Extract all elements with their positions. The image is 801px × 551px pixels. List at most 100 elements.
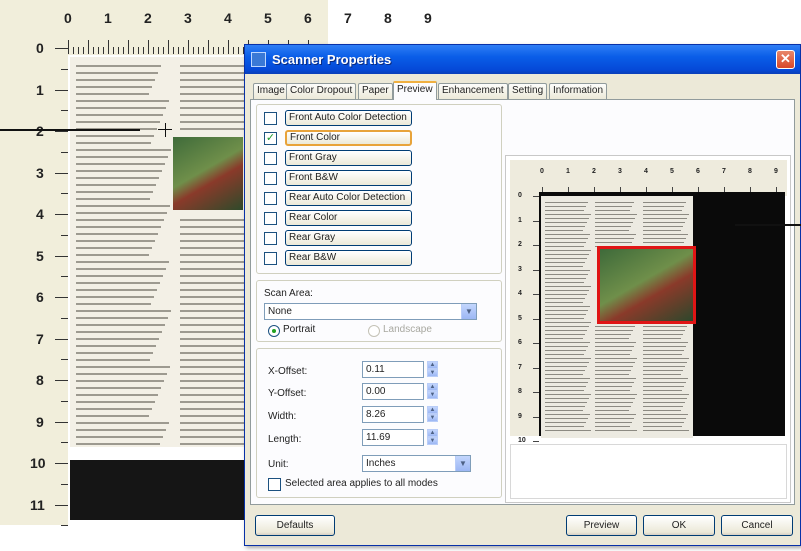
spin-down-icon[interactable]: ▼ — [427, 437, 438, 445]
preview-ruler-top-number: 6 — [696, 168, 700, 175]
ruler-tick — [61, 525, 68, 527]
crosshair-cursor-icon-vertical — [165, 123, 166, 137]
preview-text-line — [545, 410, 583, 411]
preview-text-line — [643, 386, 684, 387]
ruler-tick — [168, 40, 169, 54]
document-text-line — [76, 79, 155, 81]
document-text-line — [76, 184, 156, 186]
ruler-tick — [163, 47, 164, 54]
preview-text-line — [643, 330, 685, 331]
preview-text-line — [545, 366, 587, 367]
apply-all-modes-checkbox[interactable] — [268, 478, 281, 491]
spin-up-icon[interactable]: ▲ — [427, 429, 438, 437]
spin-up-icon[interactable]: ▲ — [427, 406, 438, 414]
mode-checkbox-rear-auto-color[interactable] — [264, 192, 277, 205]
preview-text-line — [643, 226, 683, 227]
preview-text-line — [545, 398, 589, 399]
ok-button[interactable]: OK — [643, 515, 715, 536]
ruler-tick — [183, 47, 184, 54]
preview-text-line — [545, 238, 588, 239]
tab-preview[interactable]: Preview — [393, 81, 437, 100]
preview-text-line — [545, 278, 586, 279]
length-input[interactable]: 11.69 — [362, 429, 424, 446]
preview-text-line — [545, 430, 591, 431]
x-offset-input[interactable]: 0.11 — [362, 361, 424, 378]
mode-rear-auto-color-detection[interactable]: Rear Auto Color Detection — [285, 190, 412, 206]
defaults-button[interactable]: Defaults — [255, 515, 335, 536]
ruler-top-number: 3 — [184, 10, 192, 26]
preview-selection-rectangle[interactable] — [597, 246, 696, 324]
tab-paper[interactable]: Paper — [358, 83, 393, 99]
preview-text-line — [545, 386, 586, 387]
y-offset-input[interactable]: 0.00 — [362, 383, 424, 400]
mode-rear-gray[interactable]: Rear Gray — [285, 230, 412, 246]
preview-text-line — [643, 426, 682, 427]
mode-front-auto-color-detection[interactable]: Front Auto Color Detection — [285, 110, 412, 126]
ruler-tick — [178, 47, 179, 54]
dialog-titlebar[interactable]: Scanner Properties ✕ — [245, 45, 800, 74]
preview-text-line — [545, 374, 583, 375]
document-text-line — [76, 289, 157, 291]
mode-checkbox-front-gray[interactable] — [264, 152, 277, 165]
preview-text-line — [595, 326, 635, 327]
tab-color-dropout[interactable]: Color Dropout — [286, 83, 357, 99]
spin-down-icon[interactable]: ▼ — [427, 414, 438, 422]
chevron-down-icon[interactable]: ▼ — [455, 456, 470, 471]
ruler-tick — [73, 47, 74, 54]
x-offset-spinner[interactable]: ▲ ▼ — [427, 361, 438, 378]
preview-text-line — [595, 334, 631, 335]
y-offset-spinner[interactable]: ▲ ▼ — [427, 383, 438, 400]
preview-tab-panel: Front Auto Color Detection ✓ Front Color… — [250, 99, 795, 505]
mode-rear-color[interactable]: Rear Color — [285, 210, 412, 226]
document-text-line — [76, 303, 151, 305]
preview-text-line — [545, 346, 588, 347]
mode-front-bw[interactable]: Front B&W — [285, 170, 412, 186]
ruler-tick — [55, 463, 68, 464]
preview-button[interactable]: Preview — [566, 515, 637, 536]
ruler-tick — [233, 47, 234, 54]
width-spinner[interactable]: ▲ ▼ — [427, 406, 438, 423]
spin-up-icon[interactable]: ▲ — [427, 383, 438, 391]
tab-setting[interactable]: Setting — [508, 83, 548, 99]
ruler-tick — [153, 47, 154, 54]
document-text-line — [76, 72, 158, 74]
preview-text-line — [595, 386, 632, 387]
cancel-button[interactable]: Cancel — [721, 515, 793, 536]
mode-checkbox-rear-bw[interactable] — [264, 252, 277, 265]
preview-ruler-top-number: 5 — [670, 168, 674, 175]
ruler-top-number: 0 — [64, 10, 72, 26]
close-button[interactable]: ✕ — [776, 50, 795, 69]
mode-checkbox-rear-gray[interactable] — [264, 232, 277, 245]
preview-text-line — [545, 286, 591, 287]
width-input[interactable]: 8.26 — [362, 406, 424, 423]
spin-down-icon[interactable]: ▼ — [427, 369, 438, 377]
ruler-top-number: 2 — [144, 10, 152, 26]
mode-front-gray[interactable]: Front Gray — [285, 150, 412, 166]
unit-select[interactable]: Inches ▼ — [362, 455, 471, 472]
ruler-left-number: 11 — [30, 496, 45, 513]
portrait-radio[interactable] — [268, 325, 280, 337]
document-text-line — [76, 135, 154, 137]
preview-text-line — [595, 226, 631, 227]
preview-ruler-left-number: 3 — [518, 265, 522, 273]
preview-text-line — [545, 306, 590, 307]
scan-area-select[interactable]: None ▼ — [264, 303, 477, 320]
length-spinner[interactable]: ▲ ▼ — [427, 429, 438, 446]
x-offset-label: X-Offset: — [268, 366, 308, 377]
document-text-line — [76, 422, 169, 424]
spin-up-icon[interactable]: ▲ — [427, 361, 438, 369]
ruler-tick — [133, 47, 134, 54]
mode-checkbox-rear-color[interactable] — [264, 212, 277, 225]
mode-rear-bw[interactable]: Rear B&W — [285, 250, 412, 266]
mode-checkbox-front-bw[interactable] — [264, 172, 277, 185]
mode-checkbox-front-color[interactable]: ✓ — [264, 132, 277, 145]
spin-down-icon[interactable]: ▼ — [427, 391, 438, 399]
mode-checkbox-front-auto-color[interactable] — [264, 112, 277, 125]
ruler-left-number: 3 — [36, 164, 44, 181]
tab-enhancement[interactable]: Enhancement — [438, 83, 508, 99]
tab-information[interactable]: Information — [549, 83, 608, 99]
chevron-down-icon[interactable]: ▼ — [461, 304, 476, 319]
ruler-tick — [55, 421, 68, 423]
mode-front-color[interactable]: Front Color — [285, 130, 412, 146]
tab-image[interactable]: Image — [253, 83, 289, 99]
